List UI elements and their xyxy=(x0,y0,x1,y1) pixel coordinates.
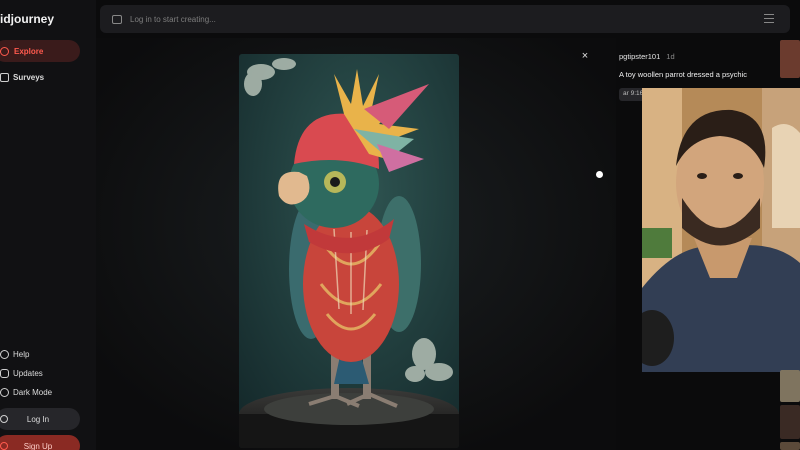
login-button[interactable]: Log In xyxy=(0,408,80,430)
thumbnail[interactable] xyxy=(780,40,800,78)
search-input[interactable] xyxy=(130,14,730,24)
moon-icon xyxy=(0,388,9,397)
parrot-artwork xyxy=(239,54,459,448)
sidebar-item-label: Dark Mode xyxy=(13,388,53,397)
signup-button[interactable]: Sign Up xyxy=(0,435,80,450)
hand-icon xyxy=(0,73,9,82)
user-icon xyxy=(0,415,8,423)
post-age: 1d xyxy=(666,52,675,61)
brand-logo[interactable]: idjourney xyxy=(0,12,54,26)
author-line: pgtipster101 1d xyxy=(619,52,675,61)
login-label: Log In xyxy=(26,414,50,424)
webcam-overlay xyxy=(642,88,800,372)
help-icon xyxy=(0,350,9,359)
search-bar[interactable] xyxy=(100,5,790,33)
compass-icon xyxy=(0,46,9,56)
prompt-text: A toy woollen parrot dressed a psychic xyxy=(619,70,747,79)
sidebar-item-label: Help xyxy=(13,350,30,359)
close-icon[interactable]: × xyxy=(578,49,592,63)
generated-image[interactable] xyxy=(239,54,459,448)
sidebar-item-label: Surveys xyxy=(13,73,45,82)
scroll-indicator-icon[interactable] xyxy=(596,171,603,178)
user-plus-icon xyxy=(0,442,8,450)
sidebar-item-updates[interactable]: Updates xyxy=(0,369,43,378)
thumbnail[interactable] xyxy=(780,370,800,402)
sidebar-item-surveys[interactable]: Surveys xyxy=(0,73,44,82)
image-icon xyxy=(112,14,122,24)
sidebar-item-label: Explore xyxy=(14,46,44,56)
presenter-video xyxy=(642,88,800,372)
bell-icon xyxy=(0,369,9,378)
sidebar-item-dark-mode[interactable]: Dark Mode xyxy=(0,388,52,397)
sidebar-item-explore[interactable]: Explore xyxy=(0,40,80,62)
thumbnail[interactable] xyxy=(780,405,800,439)
filter-icon[interactable] xyxy=(764,14,774,24)
author-name[interactable]: pgtipster101 xyxy=(619,52,660,61)
signup-label: Sign Up xyxy=(23,441,53,450)
sidebar-item-help[interactable]: Help xyxy=(0,350,29,359)
sidebar-item-label: Updates xyxy=(13,369,43,378)
sidebar: idjourney Explore Surveys Help Updates D… xyxy=(0,0,96,450)
thumbnail[interactable] xyxy=(780,442,800,450)
